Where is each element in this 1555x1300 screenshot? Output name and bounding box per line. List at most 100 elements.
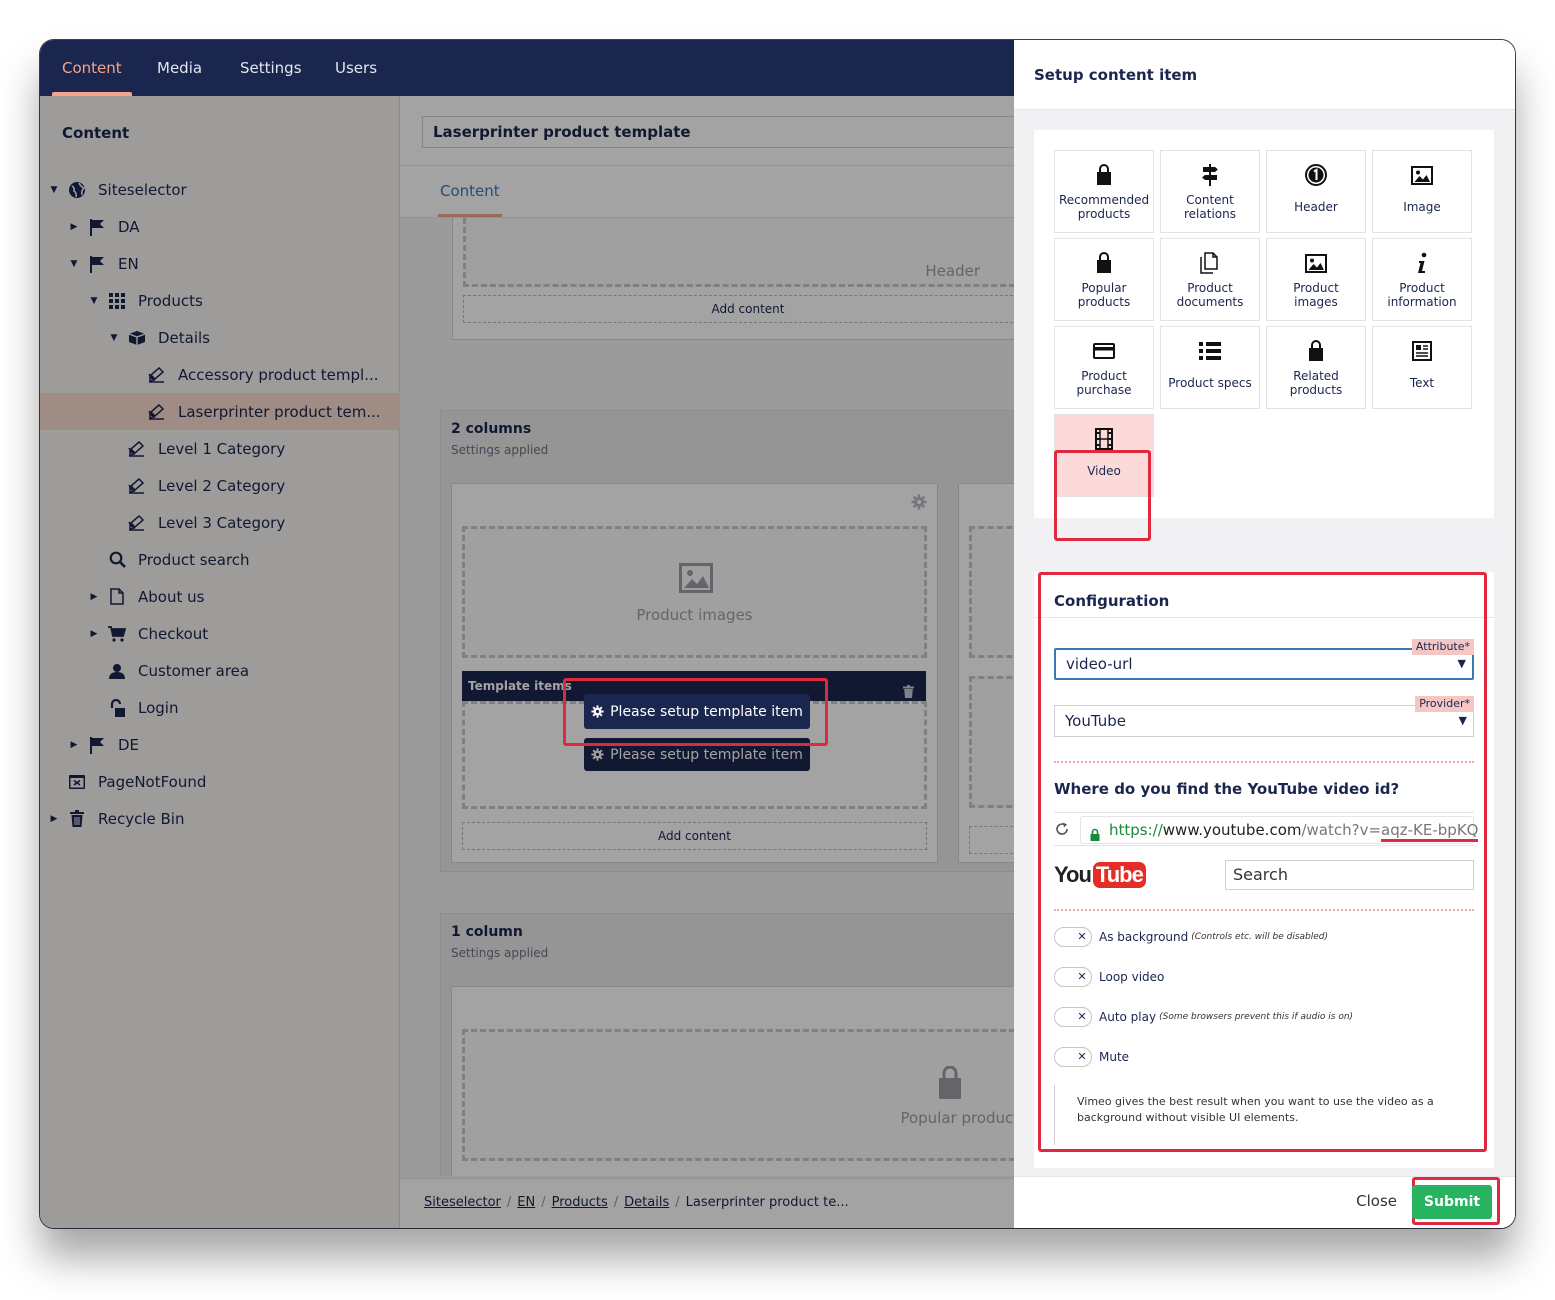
breadcrumb-link[interactable]: Products: [552, 1195, 608, 1210]
content-type-tile[interactable]: Recommended products: [1054, 150, 1154, 233]
edit-icon: [126, 477, 148, 495]
tree-item[interactable]: ▼ Details: [108, 319, 210, 356]
section-subtitle: Settings applied: [451, 946, 549, 960]
gear-icon: [591, 705, 604, 718]
caret-right-icon[interactable]: ▶: [68, 222, 80, 232]
tab-content[interactable]: Content: [438, 182, 502, 217]
content-type-tile[interactable]: Image: [1372, 150, 1472, 233]
caret-down-icon[interactable]: ▼: [88, 296, 100, 306]
caret-right-icon[interactable]: ▶: [68, 740, 80, 750]
tree-item[interactable]: Customer area: [88, 652, 249, 689]
nav-tab-settings[interactable]: Settings: [240, 40, 302, 96]
nav-tab-media[interactable]: Media: [157, 40, 202, 96]
tree-item-label: DE: [118, 735, 140, 754]
number-one-icon: [1267, 163, 1365, 187]
tree-item[interactable]: Login: [88, 689, 178, 726]
gear-icon[interactable]: [911, 494, 927, 514]
content-type-tile[interactable]: Popular products: [1054, 238, 1154, 321]
caret-down-icon[interactable]: ▼: [108, 333, 120, 343]
box-icon: [126, 329, 148, 347]
column-right: [958, 483, 1014, 863]
nav-tab-users[interactable]: Users: [335, 40, 377, 96]
edit-icon: [146, 403, 168, 421]
tree-item[interactable]: PageNotFound: [48, 763, 206, 800]
add-content-button[interactable]: Add content: [462, 822, 927, 850]
tree-item-label: Accessory product templ...: [178, 365, 379, 384]
product-images-label: Product images: [636, 606, 753, 624]
product-images-placeholder[interactable]: Product images: [462, 526, 927, 658]
page-title-input[interactable]: Laserprinter product template: [422, 116, 1022, 148]
main-editor: Laserprinter product template Content He…: [400, 96, 1022, 1228]
highlight-configuration: [1038, 572, 1487, 1152]
tree-item[interactable]: ▶ DA: [68, 208, 140, 245]
content-type-tile[interactable]: Related products: [1266, 326, 1366, 409]
tree-item[interactable]: ▶ Checkout: [88, 615, 209, 652]
caret-right-icon[interactable]: ▶: [88, 629, 100, 639]
tree-item[interactable]: ▼ EN: [68, 245, 139, 282]
add-content-button[interactable]: Add content: [463, 295, 1014, 323]
content-type-tile[interactable]: Product specs: [1160, 326, 1260, 409]
popular-products-placeholder[interactable]: Popular products: [462, 1029, 1014, 1161]
setup-template-item-button-highlighted[interactable]: Please setup template item: [584, 694, 810, 729]
tile-label: Product information: [1387, 281, 1457, 309]
column-right-placeholder[interactable]: [969, 526, 1014, 658]
content-type-tile[interactable]: Content relations: [1160, 150, 1260, 233]
tree-item[interactable]: ▶ DE: [68, 726, 139, 763]
tree-item[interactable]: Level 2 Category: [108, 467, 285, 504]
image-icon: [1373, 163, 1471, 187]
breadcrumb-link[interactable]: Details: [624, 1195, 669, 1210]
bag-icon: [1055, 163, 1153, 187]
caret-down-icon[interactable]: ▼: [48, 185, 60, 195]
tree-item[interactable]: Product search: [88, 541, 250, 578]
tree-item-label: DA: [118, 217, 140, 236]
content-type-tile[interactable]: Text: [1372, 326, 1472, 409]
newspaper-icon: [1373, 339, 1471, 363]
content-type-tile[interactable]: Product documents: [1160, 238, 1260, 321]
setup-button-label: Please setup template item: [610, 746, 803, 763]
caret-down-icon[interactable]: ▼: [68, 259, 80, 269]
tree-item-label: Level 3 Category: [158, 513, 286, 532]
header-placeholder[interactable]: Header: [463, 218, 1014, 287]
top-navigation: Content Media Settings Users: [40, 40, 1014, 96]
content-type-tile[interactable]: Header: [1266, 150, 1366, 233]
content-type-tile[interactable]: Product purchase: [1054, 326, 1154, 409]
content-type-tile[interactable]: Product information: [1372, 238, 1472, 321]
highlight-video-tile: [1054, 450, 1151, 541]
header-placeholder-label: Header: [925, 262, 980, 280]
tree-item[interactable]: Accessory product templ...: [128, 356, 379, 393]
add-content-button[interactable]: [969, 826, 1014, 854]
tree-item[interactable]: Laserprinter product tem...: [40, 393, 400, 430]
nav-tab-content[interactable]: Content: [52, 40, 132, 96]
credit-card-icon: [1055, 339, 1153, 363]
tree-item-label: Login: [138, 698, 179, 717]
tile-label: Text: [1409, 376, 1435, 390]
breadcrumb-link[interactable]: EN: [517, 1195, 535, 1210]
tile-label: Product images: [1293, 281, 1339, 309]
tree-item-label: Siteselector: [98, 180, 187, 199]
column-right-placeholder[interactable]: [969, 676, 1014, 808]
bag-icon: [937, 1065, 963, 1104]
breadcrumb-link[interactable]: Siteselector: [424, 1195, 501, 1210]
column-full: Popular products Add content: [451, 986, 1014, 1176]
caret-right-icon[interactable]: ▶: [88, 592, 100, 602]
documents-icon: [1161, 251, 1259, 275]
tree-item[interactable]: Level 3 Category: [108, 504, 285, 541]
bag-icon: [1055, 251, 1153, 275]
tile-label: Content relations: [1184, 193, 1236, 221]
tree-item[interactable]: ▼ Siteselector: [48, 171, 187, 208]
submit-button[interactable]: Submit: [1412, 1185, 1492, 1219]
edit-icon: [126, 440, 148, 458]
tree-item[interactable]: ▶ About us: [88, 578, 205, 615]
content-type-tile[interactable]: Product images: [1266, 238, 1366, 321]
close-button[interactable]: Close: [1356, 1192, 1397, 1210]
tree-item[interactable]: ▼ Products: [88, 282, 203, 319]
tree-item[interactable]: ▶ Recycle Bin: [48, 800, 185, 837]
tile-label: Header: [1294, 200, 1338, 214]
tree-item-label: Customer area: [138, 661, 250, 680]
image-icon: [1267, 251, 1365, 275]
page-icon: [106, 588, 128, 606]
sidebar-heading: Content: [62, 124, 130, 142]
panel-header: Setup content item: [1014, 40, 1515, 110]
tree-item[interactable]: Level 1 Category: [108, 430, 285, 467]
caret-right-icon[interactable]: ▶: [48, 814, 60, 824]
